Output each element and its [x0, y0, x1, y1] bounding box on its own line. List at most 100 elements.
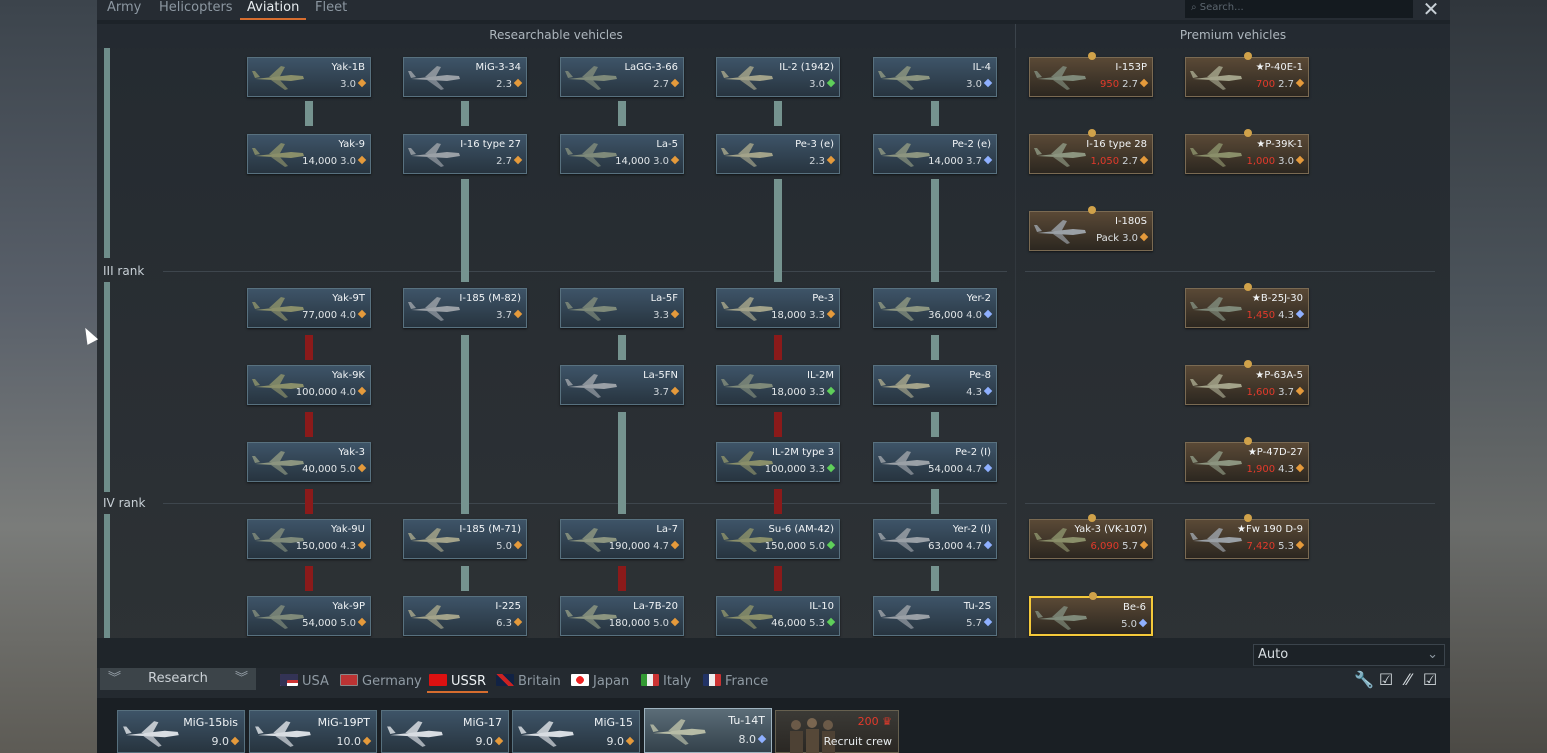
crew-slotbar: 200 ♛ Recruit crew MiG-15bis 9.0 MiG-19PT 1… [97, 698, 1450, 753]
crew-slot[interactable]: MiG-19PT 10.0 [249, 710, 377, 753]
research-connector [774, 179, 782, 282]
vehicle-card[interactable]: Yak-3 40,000 5.0 [247, 442, 371, 482]
vehicle-card[interactable]: Yer-2 36,000 4.0 [873, 288, 997, 328]
auto-dropdown[interactable]: Auto ⌄ [1253, 644, 1445, 666]
premium-vehicle-card[interactable]: ★P-39K-1 1,000 3.0 [1185, 129, 1309, 174]
vehicle-name: La-5FN [643, 370, 678, 381]
vehicle-card[interactable]: Pe-8 4.3 [873, 365, 997, 405]
vehicle-class-icon [357, 309, 367, 319]
vehicle-gold-cost: 1,000 [1246, 156, 1276, 167]
battle-rating: 2.3 [809, 156, 825, 167]
battle-rating: 4.0 [340, 310, 356, 321]
battle-rating: 3.7 [653, 387, 669, 398]
vehicle-card[interactable]: Yak-9U 150,000 4.3 [247, 519, 371, 559]
wrench-icon[interactable]: 🔧 [1353, 670, 1375, 689]
premium-vehicle-card[interactable]: ★P-63A-5 1,600 3.7 [1185, 360, 1309, 405]
tab-army[interactable]: Army [107, 0, 141, 20]
repair-all-icon[interactable]: ⁄⁄ [1397, 670, 1419, 689]
vehicle-card[interactable]: IL-4 3.0 [873, 57, 997, 97]
crew-slot[interactable]: MiG-17 9.0 [381, 710, 509, 753]
vehicle-card[interactable]: I-185 (M-82) 3.7 [403, 288, 527, 328]
crew-slot[interactable]: Tu-14T 8.0 [644, 708, 772, 753]
vehicle-card[interactable]: IL-2M type 3 100,000 3.3 [716, 442, 840, 482]
nation-ussr[interactable]: USSR [427, 671, 489, 693]
checkmark-icon[interactable]: ☑ [1375, 670, 1397, 689]
vehicle-name: I-180S [1115, 216, 1147, 227]
tab-helicopters[interactable]: Helicopters [159, 0, 233, 20]
vehicle-card[interactable]: Yak-9K 100,000 4.0 [247, 365, 371, 405]
premium-vehicle-card[interactable]: ★B-25J-30 1,450 4.3 [1185, 283, 1309, 328]
vehicle-name: Yer-2 [966, 293, 991, 304]
rank-divider [1025, 271, 1435, 272]
search-input[interactable]: ⌕ Search... [1185, 0, 1413, 18]
nation-britain[interactable]: Britain [496, 671, 561, 693]
vehicle-card[interactable]: IL-2 (1942) 3.0 [716, 57, 840, 97]
tab-fleet[interactable]: Fleet [315, 0, 347, 20]
battle-rating: 5.0 [1121, 619, 1137, 630]
aircraft-icon [878, 605, 930, 629]
recruit-crew-slot[interactable]: 200 ♛ Recruit crew [775, 710, 899, 753]
vehicle-card[interactable]: La-5F 3.3 [560, 288, 684, 328]
premium-vehicle-card[interactable]: ★Fw 190 D-9 7,420 5.3 [1185, 514, 1309, 559]
research-button[interactable]: ︾ Research ︾ [100, 668, 256, 690]
vehicle-card[interactable]: Yak-1B 3.0 [247, 57, 371, 97]
aircraft-icon [1034, 220, 1086, 244]
vehicle-name: Be-6 [1123, 602, 1146, 613]
vehicle-card[interactable]: MiG-3-34 2.3 [403, 57, 527, 97]
vehicle-card[interactable]: Pe-2 (e) 14,000 3.7 [873, 134, 997, 174]
vehicle-card[interactable]: Pe-3 (e) 2.3 [716, 134, 840, 174]
research-connector [461, 179, 469, 282]
vehicle-class-icon [983, 386, 993, 396]
vehicle-card[interactable]: LaGG-3-66 2.7 [560, 57, 684, 97]
close-icon[interactable]: ✕ [1419, 0, 1443, 21]
vehicle-stats: 14,000 3.0 [302, 155, 367, 167]
vehicle-card[interactable]: I-185 (M-71) 5.0 [403, 519, 527, 559]
vehicle-card[interactable]: IL-10 46,000 5.3 [716, 596, 840, 636]
checkmark-icon[interactable]: ☑ [1419, 670, 1441, 689]
vehicle-rp-cost: 14,000 [928, 156, 964, 167]
vehicle-card[interactable]: La-5FN 3.7 [560, 365, 684, 405]
premium-vehicle-card[interactable]: ★P-47D-27 1,900 4.3 [1185, 437, 1309, 482]
vehicle-card[interactable]: IL-2M 18,000 3.3 [716, 365, 840, 405]
vehicle-card[interactable]: La-7 190,000 4.7 [560, 519, 684, 559]
slot-vehicle-name: MiG-19PT [317, 716, 370, 729]
crew-slot[interactable]: MiG-15bis 9.0 [117, 710, 245, 753]
vehicle-card[interactable]: I-16 type 27 2.7 [403, 134, 527, 174]
vehicle-card[interactable]: Pe-2 (I) 54,000 4.7 [873, 442, 997, 482]
vehicle-card[interactable]: Yak-9T 77,000 4.0 [247, 288, 371, 328]
vehicle-card[interactable]: Yak-9P 54,000 5.0 [247, 596, 371, 636]
premium-vehicle-card[interactable]: Yak-3 (VK-107) 6,090 5.7 [1029, 514, 1153, 559]
nation-france[interactable]: France [703, 671, 768, 693]
vehicle-class-icon [670, 78, 680, 88]
vehicle-stats: 5.0 [496, 540, 523, 552]
premium-vehicle-card[interactable]: I-180S Pack 3.0 [1029, 206, 1153, 251]
vehicle-card[interactable]: I-225 6.3 [403, 596, 527, 636]
vehicle-card[interactable]: Yer-2 (I) 63,000 4.7 [873, 519, 997, 559]
vehicle-card[interactable]: La-7B-20 180,000 5.0 [560, 596, 684, 636]
vehicle-stats: 77,000 4.0 [302, 309, 367, 321]
nation-japan[interactable]: Japan [571, 671, 629, 693]
research-connector [618, 335, 626, 360]
nation-germany[interactable]: Germany [340, 671, 422, 693]
double-chevron-down-icon: ︾ [108, 671, 122, 686]
vehicle-card[interactable]: La-5 14,000 3.0 [560, 134, 684, 174]
premium-crown-icon [1089, 592, 1097, 600]
vehicle-card[interactable]: Pe-3 18,000 3.3 [716, 288, 840, 328]
vehicle-card[interactable]: Yak-9 14,000 3.0 [247, 134, 371, 174]
nation-italy[interactable]: Italy [641, 671, 691, 693]
nation-usa[interactable]: USA [280, 671, 329, 693]
premium-vehicle-card[interactable]: ★P-40E-1 700 2.7 [1185, 52, 1309, 97]
crew-slot[interactable]: MiG-15 9.0 [512, 710, 640, 753]
premium-vehicle-card[interactable]: Be-6 5.0 [1029, 592, 1153, 636]
vehicle-card[interactable]: Su-6 (AM-42) 150,000 5.0 [716, 519, 840, 559]
vehicle-name: ★P-39K-1 [1256, 139, 1303, 150]
vehicle-card[interactable]: Tu-2S 5.7 [873, 596, 997, 636]
vehicle-class-icon [1295, 78, 1305, 88]
tab-aviation[interactable]: Aviation [240, 0, 307, 20]
research-window: Army Helicopters Aviation Fleet ⌕ Search… [97, 0, 1450, 753]
premium-vehicle-card[interactable]: I-16 type 28 1,050 2.7 [1029, 129, 1153, 174]
research-tree[interactable]: III rank IV rank Yak-1B 3.0 MiG-3-34 2.3 LaG… [97, 48, 1450, 638]
vehicle-class-icon [1139, 232, 1149, 242]
premium-vehicle-card[interactable]: I-153P 950 2.7 [1029, 52, 1153, 97]
vehicle-stats: 5.0 [1121, 618, 1148, 630]
